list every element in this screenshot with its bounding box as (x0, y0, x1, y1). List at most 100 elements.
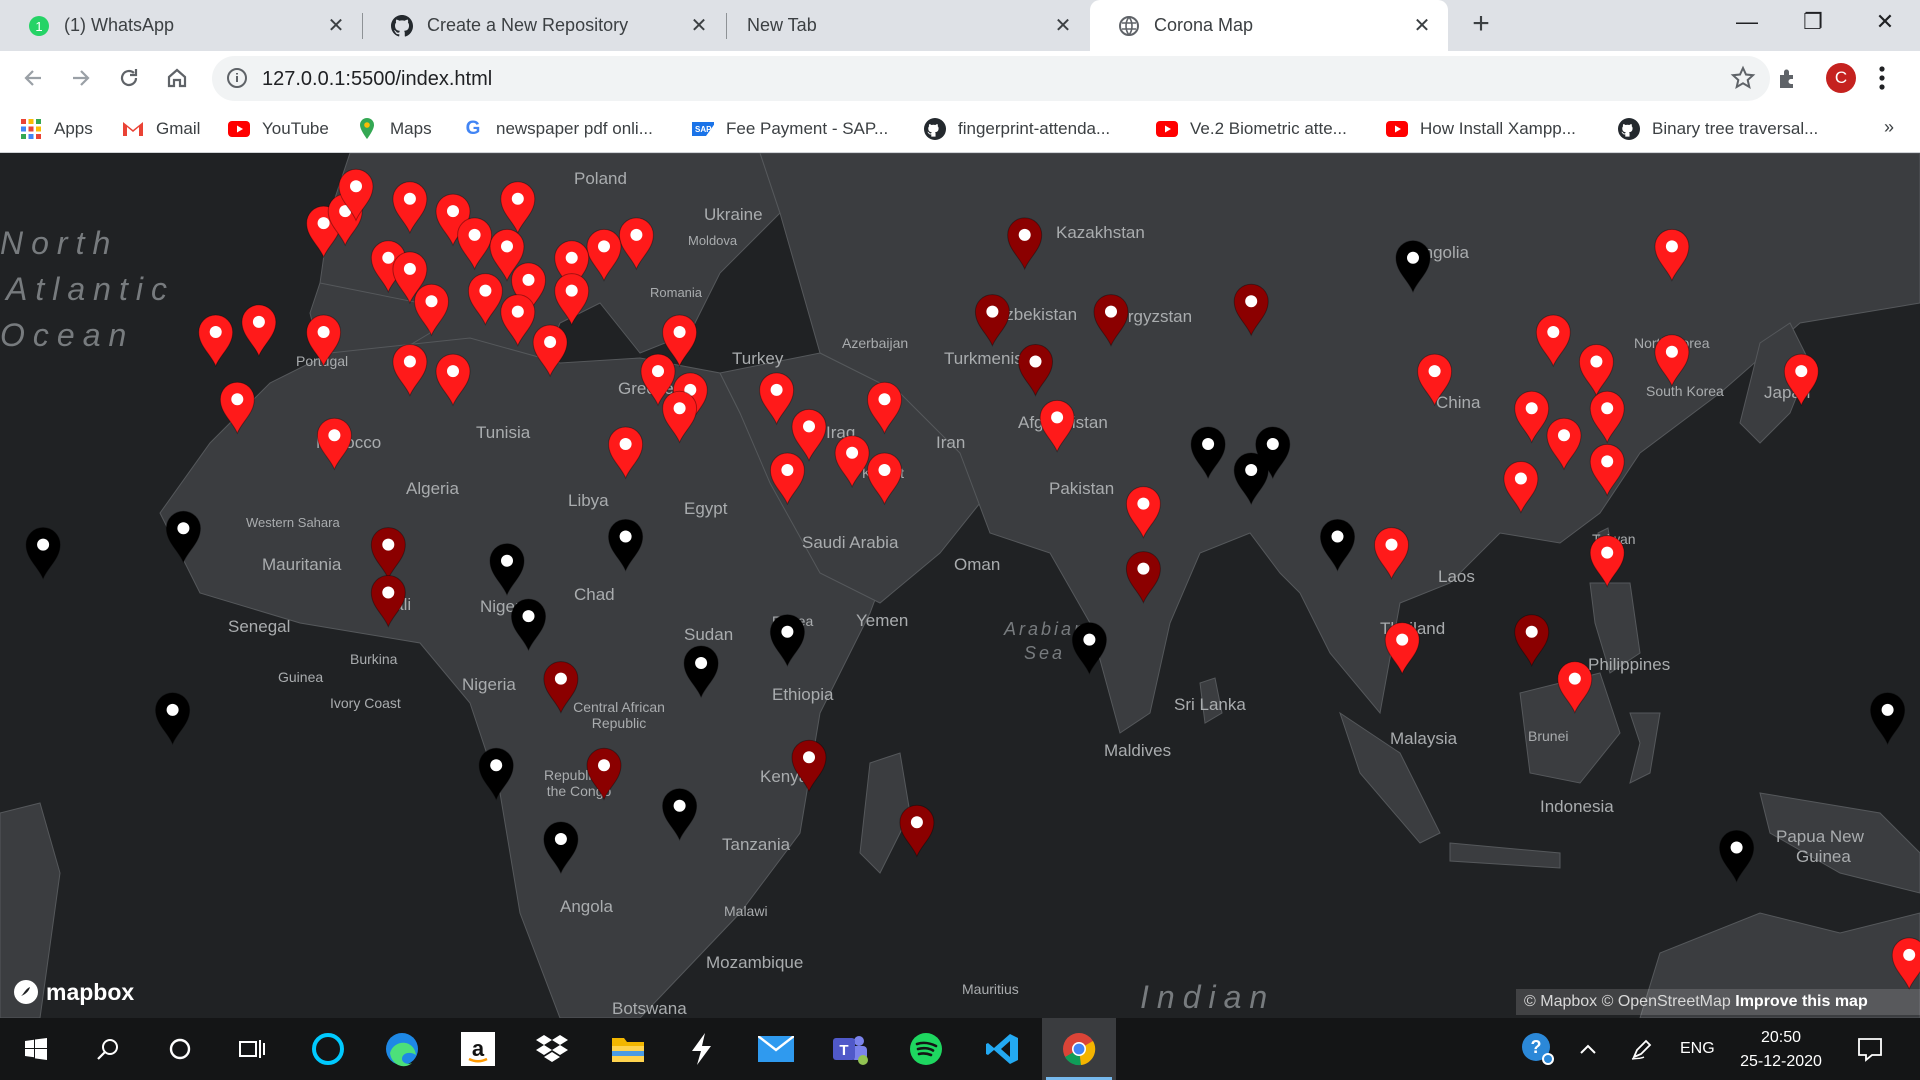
case-marker-low[interactable] (165, 510, 201, 564)
vscode-icon[interactable] (966, 1018, 1038, 1080)
case-marker-high[interactable] (1589, 535, 1625, 588)
amazon-icon[interactable]: a (442, 1018, 514, 1080)
help-icon[interactable]: ? (1520, 1018, 1556, 1080)
chevron-up-icon[interactable] (1578, 1018, 1598, 1080)
case-marker-high[interactable] (1891, 937, 1920, 991)
case-marker-high[interactable] (500, 181, 536, 235)
case-marker-low[interactable] (1233, 452, 1269, 506)
bookmark-gmail[interactable]: Gmail (122, 117, 200, 141)
minimize-button[interactable]: — (1714, 0, 1780, 44)
case-marker-high[interactable] (219, 381, 255, 435)
case-marker-low[interactable] (1395, 240, 1431, 294)
case-marker-low[interactable] (683, 645, 719, 699)
system-clock[interactable]: 20:50 25-12-2020 (1726, 1026, 1836, 1074)
mail-icon[interactable] (740, 1018, 812, 1080)
profile-avatar[interactable]: C (1826, 63, 1856, 93)
address-bar[interactable]: 127.0.0.1:5500/index.html (212, 56, 1770, 101)
tab-create-repository[interactable]: Create a New Repository ✕ (363, 0, 725, 51)
dropbox-icon[interactable] (516, 1018, 588, 1080)
bookmark-binary-tree[interactable]: Binary tree traversal... (1618, 117, 1818, 141)
case-marker-high[interactable] (1654, 334, 1690, 388)
case-marker-high[interactable] (618, 217, 654, 271)
case-marker-high[interactable] (1417, 353, 1453, 407)
back-button[interactable] (16, 61, 50, 95)
case-marker-low[interactable] (510, 598, 547, 652)
case-marker-high[interactable] (1783, 353, 1819, 407)
case-marker-high[interactable] (759, 372, 795, 426)
case-marker-high[interactable] (834, 435, 870, 488)
bookmarks-overflow-button[interactable]: » (1884, 117, 1894, 138)
case-marker-high[interactable] (1557, 661, 1593, 714)
case-marker-low[interactable] (155, 692, 191, 746)
case-marker-high[interactable] (1578, 344, 1614, 397)
bookmark-fee-payment[interactable]: SAP Fee Payment - SAP... (692, 117, 888, 141)
case-marker-high[interactable] (241, 304, 277, 358)
case-marker-mid[interactable] (1093, 294, 1129, 347)
case-marker-low[interactable] (1190, 426, 1226, 480)
case-marker-high[interactable] (532, 324, 568, 378)
case-marker-high[interactable] (316, 417, 352, 471)
case-marker-high[interactable] (413, 283, 450, 337)
alexa-icon[interactable] (292, 1018, 364, 1080)
case-marker-mid[interactable] (899, 804, 935, 858)
language-indicator[interactable]: ENG (1680, 1018, 1715, 1080)
case-marker-high[interactable] (1373, 527, 1410, 580)
reload-button[interactable] (112, 61, 146, 95)
forward-button[interactable] (64, 61, 98, 95)
case-marker-high[interactable] (1039, 399, 1075, 453)
case-marker-mid[interactable] (1017, 344, 1054, 397)
case-marker-low[interactable] (1319, 519, 1356, 572)
case-marker-high[interactable] (457, 217, 493, 271)
case-marker-mid[interactable] (370, 527, 406, 580)
chrome-icon[interactable] (1042, 1018, 1116, 1080)
case-marker-mid[interactable] (586, 747, 622, 801)
case-marker-high[interactable] (554, 273, 590, 326)
case-marker-mid[interactable] (543, 661, 579, 714)
case-marker-low[interactable] (478, 747, 514, 801)
case-marker-mid[interactable] (974, 294, 1010, 347)
attribution-text[interactable]: © Mapbox © OpenStreetMap (1524, 993, 1731, 1010)
case-marker-high[interactable] (769, 452, 805, 506)
case-marker-high[interactable] (662, 390, 698, 444)
bookmark-xampp[interactable]: How Install Xampp... (1386, 117, 1576, 141)
close-icon[interactable]: ✕ (324, 13, 348, 37)
close-icon[interactable]: ✕ (1410, 13, 1434, 37)
case-marker-high[interactable] (1384, 622, 1420, 675)
info-icon[interactable] (226, 67, 248, 94)
case-marker-mid[interactable] (370, 575, 406, 628)
mapbox-logo[interactable]: mapbox (12, 978, 134, 1006)
search-icon[interactable] (72, 1018, 144, 1080)
case-marker-high[interactable] (1546, 417, 1582, 471)
case-marker-mid[interactable] (1007, 217, 1043, 271)
case-marker-low[interactable] (769, 614, 805, 667)
case-marker-low[interactable] (543, 821, 579, 875)
bookmark-maps[interactable]: Maps (356, 117, 432, 141)
case-marker-low[interactable] (1870, 692, 1906, 746)
case-marker-high[interactable] (791, 408, 827, 462)
bolt-icon[interactable] (666, 1018, 738, 1080)
case-marker-high[interactable] (500, 294, 536, 347)
tab-new-tab[interactable]: New Tab ✕ (727, 0, 1089, 51)
case-marker-high[interactable] (1589, 390, 1625, 444)
cortana-icon[interactable] (144, 1018, 216, 1080)
tab-whatsapp[interactable]: 1 (1) WhatsApp ✕ (0, 0, 362, 51)
case-marker-high[interactable] (866, 452, 903, 506)
file-explorer-icon[interactable] (592, 1018, 664, 1080)
case-marker-high[interactable] (1514, 390, 1550, 444)
case-marker-mid[interactable] (1514, 614, 1550, 667)
bookmark-biometric[interactable]: Ve.2 Biometric atte... (1156, 117, 1347, 141)
case-marker-mid[interactable] (791, 739, 827, 793)
case-marker-high[interactable] (1503, 461, 1539, 514)
case-marker-mid[interactable] (1125, 551, 1161, 604)
url-text[interactable]: 127.0.0.1:5500/index.html (262, 68, 492, 91)
window-close-button[interactable]: ✕ (1852, 0, 1918, 44)
case-marker-high[interactable] (1654, 228, 1690, 282)
case-marker-high[interactable] (1125, 486, 1161, 539)
case-marker-high[interactable] (435, 353, 471, 407)
case-marker-low[interactable] (489, 543, 525, 596)
restore-button[interactable]: ❐ (1780, 0, 1846, 44)
spotify-icon[interactable] (890, 1018, 962, 1080)
corona-map[interactable]: Kazakhstan Mongolia Uzbekistan Kyrgyzsta… (0, 153, 1920, 1018)
case-marker-low[interactable] (608, 519, 644, 572)
bookmark-fingerprint[interactable]: fingerprint-attenda... (924, 117, 1110, 141)
